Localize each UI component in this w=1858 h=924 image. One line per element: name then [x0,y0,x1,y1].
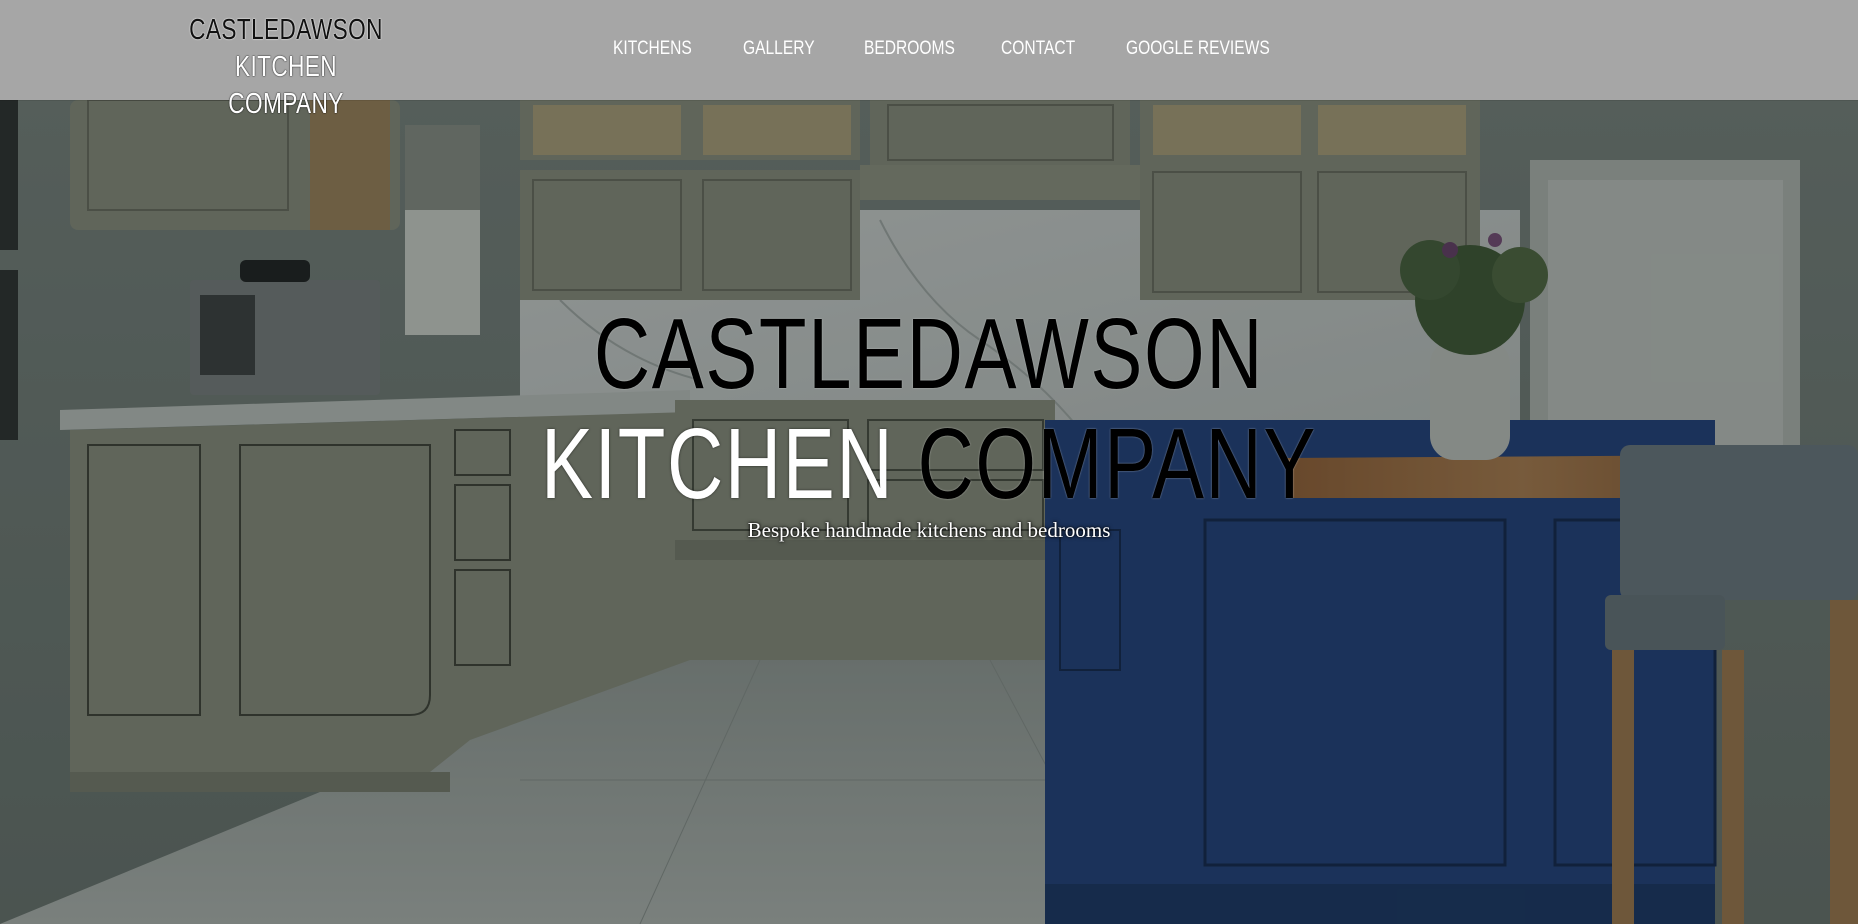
logo-line-1: CASTLEDAWSON [189,14,383,46]
hero-subtitle: Bespoke handmade kitchens and bedrooms [747,518,1111,542]
nav-google-reviews[interactable]: GOOGLE REVIEWS [1126,34,1270,64]
nav-gallery[interactable]: GALLERY [743,34,815,64]
hero-section: CASTLEDAWSON KITCHEN COMPANY Bespoke han… [0,100,1858,924]
site-header: CASTLEDAWSON KITCHEN COMPANY KITCHENS GA… [0,0,1858,120]
nav-bedrooms[interactable]: BEDROOMS [864,34,955,64]
hero-title-company: COMPANY [917,408,1318,520]
nav-kitchens[interactable]: KITCHENS [613,34,692,64]
nav-contact[interactable]: CONTACT [1001,34,1075,64]
logo-line-2: KITCHEN COMPANY [228,51,344,120]
hero-title-line-2: KITCHEN COMPANY [204,410,1653,518]
hero-title-line-1: CASTLEDAWSON [593,298,1265,410]
hero-title-kitchen: KITCHEN [540,408,895,520]
site-logo[interactable]: CASTLEDAWSON KITCHEN COMPANY [180,12,392,123]
